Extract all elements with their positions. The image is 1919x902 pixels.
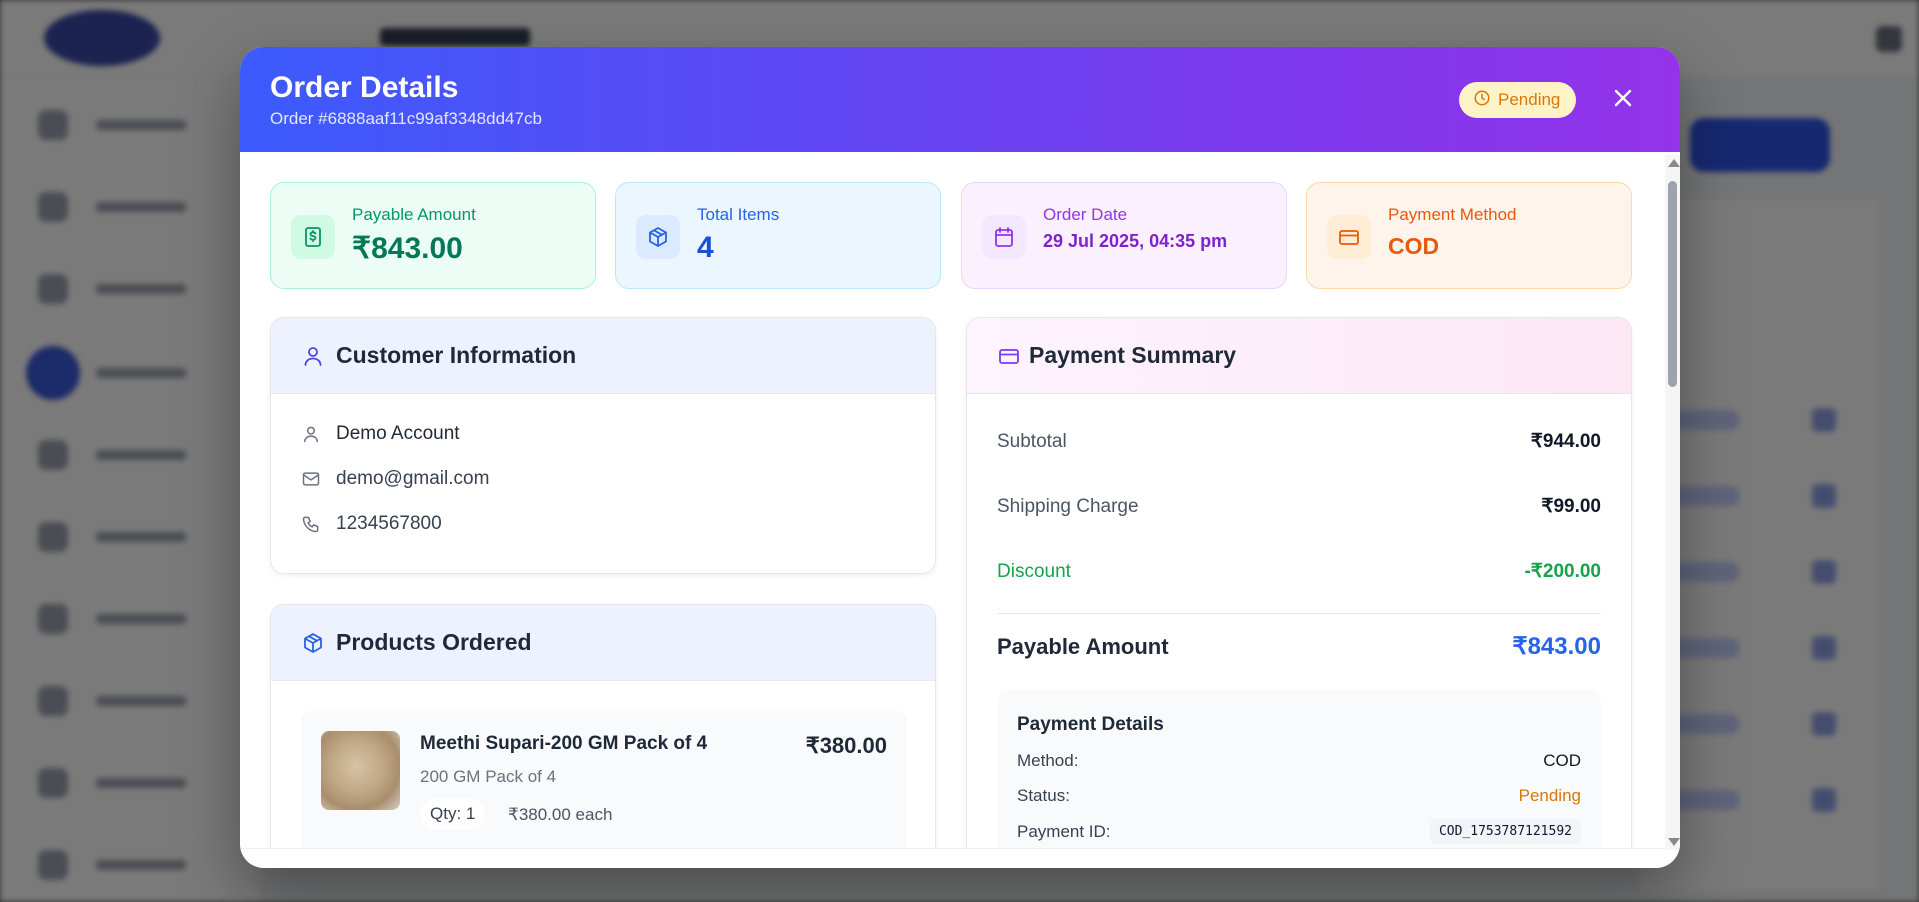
status-value: Pending bbox=[1518, 786, 1581, 805]
payment-details-title: Payment Details bbox=[1017, 714, 1164, 735]
user-icon bbox=[301, 344, 325, 368]
product-quantity: Qty: 1 bbox=[420, 799, 486, 829]
payment-id-label: Payment ID: bbox=[1017, 821, 1111, 841]
customer-information-card: Customer Information Demo Account demo@g… bbox=[270, 317, 936, 574]
total-items-card: Total Items 4 bbox=[615, 182, 941, 289]
shipping-label: Shipping Charge bbox=[997, 495, 1139, 517]
customer-name-row: Demo Account bbox=[301, 419, 460, 449]
phone-icon bbox=[301, 514, 321, 534]
box-icon bbox=[301, 631, 325, 655]
product-variant: 200 GM Pack of 4 bbox=[420, 767, 557, 786]
discount-row: Discount -₹200.00 bbox=[997, 560, 1601, 583]
modal-scrollbar[interactable] bbox=[1665, 155, 1680, 850]
subtotal-row: Subtotal ₹944.00 bbox=[997, 430, 1601, 453]
payment-id-value[interactable]: COD_1753787121592 bbox=[1429, 819, 1581, 844]
status-badge: Pending bbox=[1459, 82, 1577, 118]
modal-footer bbox=[240, 848, 1665, 868]
payment-summary-card: Payment Summary Subtotal ₹944.00 Shippin… bbox=[966, 317, 1632, 852]
stat-value: COD bbox=[1388, 233, 1440, 259]
product-total-price: ₹380.00 bbox=[805, 733, 887, 758]
payment-method-row: Method: COD bbox=[1017, 751, 1581, 771]
mail-icon bbox=[301, 469, 321, 489]
payable-amount-value: ₹843.00 bbox=[1512, 633, 1601, 660]
status-label: Status: bbox=[1017, 786, 1070, 805]
section-title: Customer Information bbox=[336, 342, 577, 368]
subtotal-value: ₹944.00 bbox=[1530, 431, 1601, 452]
section-title: Products Ordered bbox=[336, 629, 532, 655]
section-header: Customer Information bbox=[271, 318, 935, 394]
customer-name: Demo Account bbox=[336, 423, 460, 444]
customer-email[interactable]: demo@gmail.com bbox=[336, 468, 489, 490]
subtotal-label: Subtotal bbox=[997, 430, 1067, 452]
payment-status-row: Status: Pending bbox=[1017, 786, 1581, 806]
payment-details-box: Payment Details Method: COD Status: Pend… bbox=[997, 690, 1601, 852]
user-icon bbox=[301, 424, 321, 444]
products-ordered-card: Products Ordered Meethi Supari-200 GM Pa… bbox=[270, 604, 936, 852]
stat-label: Total Items bbox=[697, 205, 780, 224]
shipping-row: Shipping Charge ₹99.00 bbox=[997, 495, 1601, 518]
stat-label: Payable Amount bbox=[352, 205, 476, 224]
total-row: Payable Amount ₹843.00 bbox=[997, 632, 1601, 661]
customer-phone-row: 1234567800 bbox=[301, 509, 442, 539]
method-value: COD bbox=[1543, 751, 1581, 770]
status-text: Pending bbox=[1498, 90, 1561, 109]
stat-value: 4 bbox=[697, 231, 714, 264]
scrollbar-thumb[interactable] bbox=[1668, 181, 1677, 387]
close-button[interactable] bbox=[1603, 80, 1643, 120]
scroll-up-arrow-icon[interactable] bbox=[1668, 159, 1680, 167]
product-name: Meethi Supari-200 GM Pack of 4 bbox=[420, 733, 708, 754]
modal-body[interactable]: Payable Amount ₹843.00 Total Items 4 Ord… bbox=[240, 152, 1680, 852]
payment-id-row: Payment ID: COD_1753787121592 bbox=[1017, 819, 1581, 844]
stat-value: ₹843.00 bbox=[352, 232, 463, 265]
modal-header: Order Details Order #6888aaf11c99af3348d… bbox=[240, 47, 1680, 152]
close-icon[interactable] bbox=[1611, 86, 1635, 115]
dollar-icon bbox=[291, 215, 335, 259]
customer-phone[interactable]: 1234567800 bbox=[336, 513, 442, 535]
scroll-down-arrow-icon[interactable] bbox=[1668, 838, 1680, 846]
section-header: Products Ordered bbox=[271, 605, 935, 681]
payable-amount-card: Payable Amount ₹843.00 bbox=[270, 182, 596, 289]
shipping-value: ₹99.00 bbox=[1541, 496, 1601, 517]
stat-value: 29 Jul 2025, 04:35 pm bbox=[1043, 231, 1228, 251]
payable-amount-label: Payable Amount bbox=[997, 633, 1169, 659]
calendar-icon bbox=[982, 215, 1026, 259]
section-title: Payment Summary bbox=[1029, 342, 1237, 368]
order-id: Order #6888aaf11c99af3348dd47cb bbox=[270, 109, 542, 128]
customer-email-row: demo@gmail.com bbox=[301, 464, 489, 494]
divider bbox=[997, 613, 1601, 614]
stat-label: Order Date bbox=[1043, 205, 1128, 224]
discount-value: -₹200.00 bbox=[1524, 561, 1601, 582]
method-label: Method: bbox=[1017, 751, 1079, 770]
clock-icon bbox=[1473, 89, 1491, 112]
stat-label: Payment Method bbox=[1388, 205, 1517, 224]
credit-card-icon bbox=[1327, 215, 1371, 259]
modal-title: Order Details bbox=[270, 71, 459, 104]
box-icon bbox=[636, 215, 680, 259]
discount-label: Discount bbox=[997, 560, 1071, 582]
payment-method-card: Payment Method COD bbox=[1306, 182, 1632, 289]
section-header: Payment Summary bbox=[967, 318, 1631, 394]
product-image bbox=[321, 731, 400, 810]
order-details-modal: Order Details Order #6888aaf11c99af3348d… bbox=[240, 47, 1680, 868]
credit-card-icon bbox=[997, 344, 1021, 368]
product-item: Meethi Supari-200 GM Pack of 4 200 GM Pa… bbox=[301, 711, 907, 852]
order-date-card: Order Date 29 Jul 2025, 04:35 pm bbox=[961, 182, 1287, 289]
product-unit-price: ₹380.00 each bbox=[508, 805, 613, 824]
